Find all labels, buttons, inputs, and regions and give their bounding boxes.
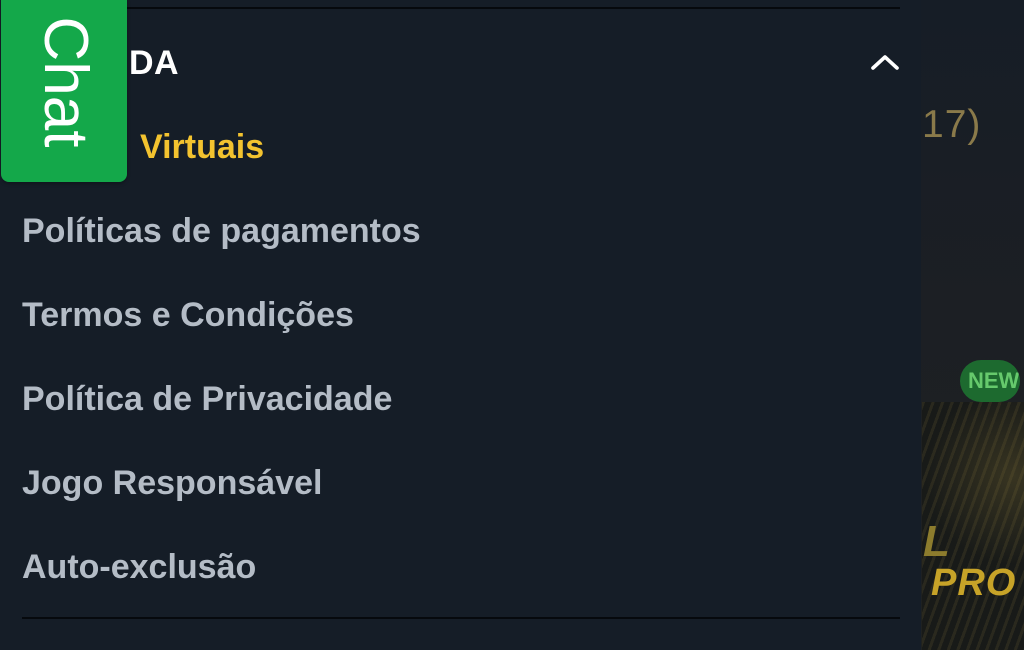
chat-button-label: Chat [31,16,100,148]
background-count-text: 17) [922,103,982,146]
app-viewport: 17) NEW L PRO DA Virtuais Políticas de p… [0,0,1024,650]
section-title: DA [129,44,180,82]
chat-button[interactable]: Chat [1,0,127,182]
new-badge: NEW [960,360,1020,402]
menu-item-payment-policies[interactable]: Políticas de pagamentos [22,206,421,256]
background-promo-letter: L [923,517,950,566]
background-promo-text: PRO [931,562,1017,604]
section-header[interactable]: DA [0,34,921,92]
top-divider [22,7,900,9]
menu-item-privacy-policy[interactable]: Política de Privacidade [22,374,392,424]
menu-item-terms-conditions[interactable]: Termos e Condições [22,290,354,340]
chevron-up-icon [871,55,899,70]
menu-item-self-exclusion[interactable]: Auto-exclusão [22,542,256,592]
collapse-section-button[interactable] [865,46,905,80]
bottom-divider [22,617,900,619]
menu-item-virtuais[interactable]: Virtuais [140,122,264,172]
menu-item-responsible-gaming[interactable]: Jogo Responsável [22,458,322,508]
side-drawer: DA Virtuais Políticas de pagamentos Term… [0,0,921,650]
